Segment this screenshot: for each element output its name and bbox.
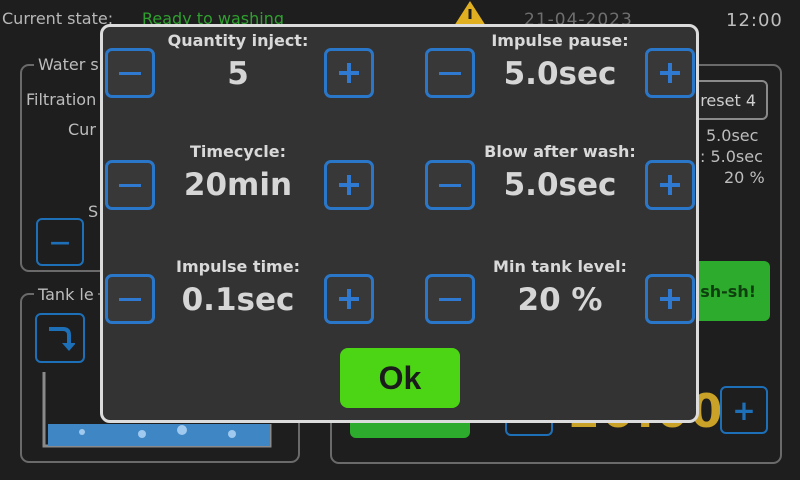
minus-icon bbox=[119, 71, 141, 75]
time-display: 12:00 bbox=[726, 10, 783, 31]
plus-icon bbox=[660, 63, 680, 83]
minus-icon bbox=[119, 297, 141, 301]
arrow-down-turn-icon bbox=[49, 327, 75, 351]
blow-after-wash-minus-button[interactable] bbox=[425, 160, 475, 210]
timecycle-minus-button[interactable] bbox=[105, 160, 155, 210]
quantity-inject-plus-button[interactable] bbox=[324, 48, 374, 98]
impulse-pause-value: 5.0sec bbox=[503, 56, 617, 92]
min-tank-level-label: Min tank level: bbox=[493, 257, 627, 276]
impulse-pause-plus-button[interactable] bbox=[645, 48, 695, 98]
minus-icon bbox=[439, 297, 461, 301]
s-label: S bbox=[88, 202, 99, 221]
minus-icon bbox=[439, 183, 461, 187]
filtration-label: Filtration bbox=[26, 90, 97, 109]
warning-triangle-icon bbox=[454, 1, 486, 26]
water-minus-button[interactable]: — bbox=[36, 218, 84, 266]
blow-after-wash-label: Blow after wash: bbox=[484, 142, 636, 161]
timecycle-label: Timecycle: bbox=[189, 142, 287, 161]
quantity-inject-value: 5 bbox=[227, 56, 249, 92]
plus-icon bbox=[339, 175, 359, 195]
min-tank-level-value: 20 % bbox=[517, 282, 603, 318]
blow-after-wash-value: 5.0sec bbox=[503, 167, 617, 203]
timecycle-value: 20min bbox=[183, 167, 293, 203]
ok-button[interactable]: Ok bbox=[340, 348, 460, 408]
tank-panel-title: Tank le bbox=[34, 285, 98, 304]
impulse-pause-label: Impulse pause: bbox=[491, 31, 629, 50]
quantity-inject-label: Quantity inject: bbox=[167, 31, 309, 50]
impulse-time-value: 0.1sec bbox=[181, 282, 295, 318]
readout-pause: 5.0sec bbox=[706, 126, 759, 145]
impulse-time-label: Impulse time: bbox=[176, 257, 300, 276]
plus-icon bbox=[339, 289, 359, 309]
impulse-time-minus-button[interactable] bbox=[105, 274, 155, 324]
tank-valve-button[interactable] bbox=[35, 313, 85, 363]
plus-icon bbox=[339, 63, 359, 83]
minus-icon bbox=[119, 183, 141, 187]
timecycle-plus-button[interactable] bbox=[324, 160, 374, 210]
impulse-pause-minus-button[interactable] bbox=[425, 48, 475, 98]
current-state-label: Current state: bbox=[2, 9, 114, 28]
readout-level: 20 % bbox=[724, 168, 765, 187]
cur-label: Cur bbox=[68, 120, 96, 139]
quantity-inject-minus-button[interactable] bbox=[105, 48, 155, 98]
readout-blow: : 5.0sec bbox=[700, 147, 763, 166]
water-panel-title: Water s bbox=[34, 55, 103, 74]
min-tank-level-plus-button[interactable] bbox=[645, 274, 695, 324]
plus-icon bbox=[660, 289, 680, 309]
min-tank-level-minus-button[interactable] bbox=[425, 274, 475, 324]
minus-icon bbox=[439, 71, 461, 75]
plus-icon bbox=[660, 175, 680, 195]
impulse-time-plus-button[interactable] bbox=[324, 274, 374, 324]
blow-after-wash-plus-button[interactable] bbox=[645, 160, 695, 210]
timer-plus-button[interactable]: + bbox=[720, 386, 768, 434]
